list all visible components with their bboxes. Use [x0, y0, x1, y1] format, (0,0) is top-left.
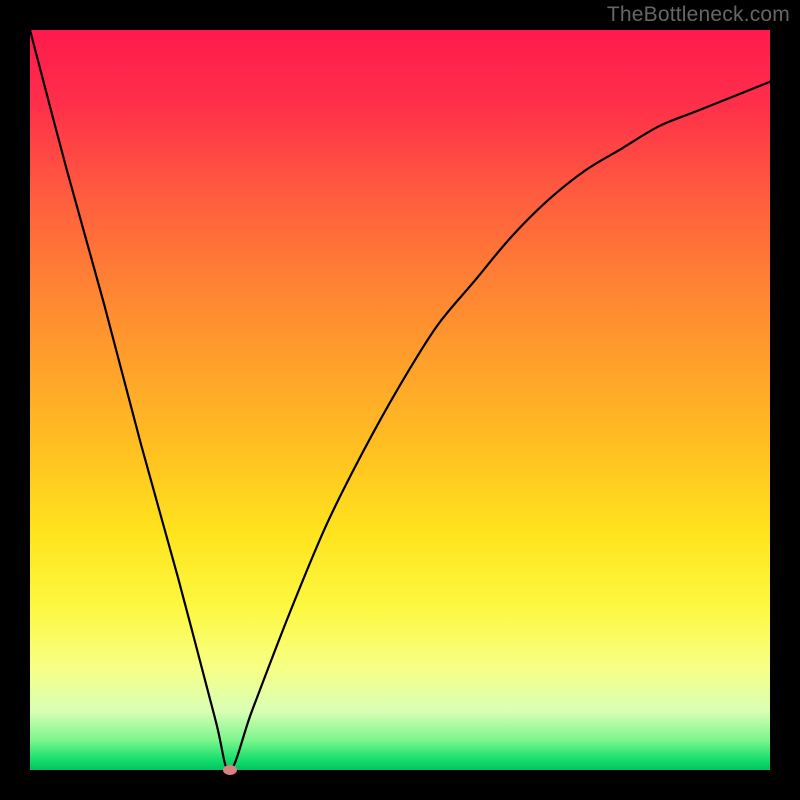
plot-area — [30, 30, 770, 770]
chart-frame: TheBottleneck.com — [0, 0, 800, 800]
watermark-text: TheBottleneck.com — [607, 3, 790, 27]
bottleneck-curve — [30, 30, 770, 770]
minimum-marker-icon — [223, 765, 237, 775]
